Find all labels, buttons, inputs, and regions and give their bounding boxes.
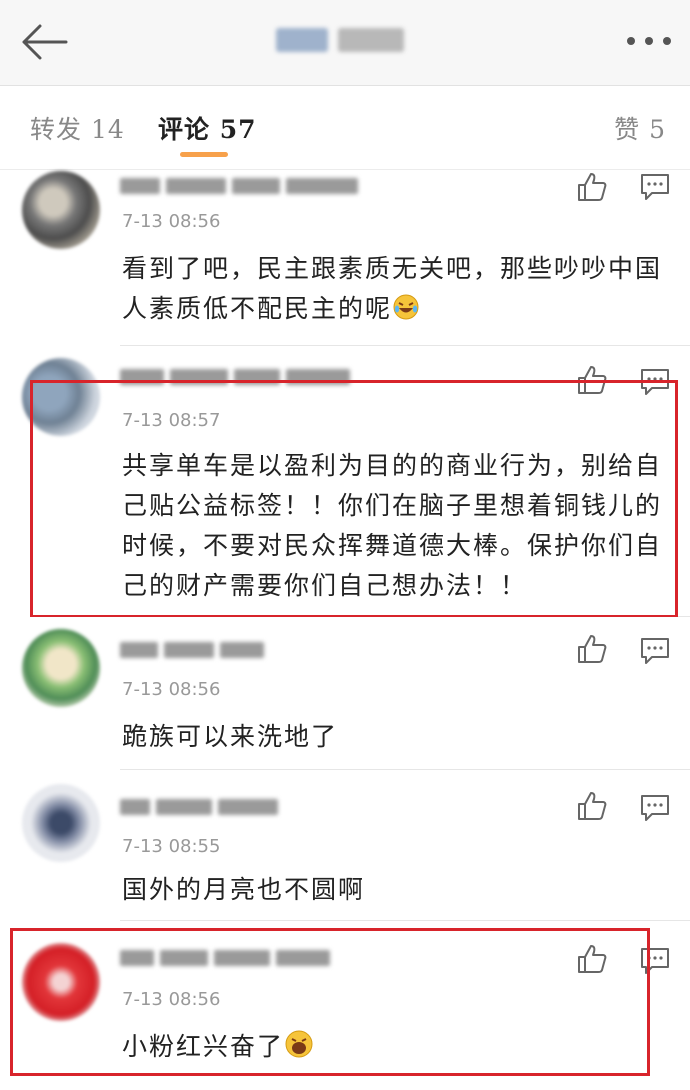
comment-text: 国外的月亮也不圆啊 xyxy=(122,875,366,904)
tab-bar: 转发 14 评论 57 赞 5 xyxy=(0,86,690,170)
comment-item: 7-13 08:56 跪族可以来洗地了 xyxy=(0,617,690,770)
title-blur-block xyxy=(338,28,404,52)
comment-item: 7-13 08:56 看到了吧，民主跟素质无关吧，那些吵吵中国人素质低不配民主的… xyxy=(0,171,690,346)
top-bar xyxy=(0,0,690,86)
comment-text: 跪族可以来洗地了 xyxy=(122,722,339,751)
avatar[interactable] xyxy=(22,171,100,249)
thumbs-up-icon[interactable] xyxy=(576,171,608,203)
comment-time: 7-13 08:55 xyxy=(122,836,221,857)
laughing-tears-emoji-icon xyxy=(393,294,419,320)
reply-icon[interactable] xyxy=(640,794,670,822)
highlight-box xyxy=(10,928,650,1076)
avatar[interactable] xyxy=(22,629,100,707)
comment-time: 7-13 08:56 xyxy=(122,211,221,232)
highlight-box xyxy=(30,380,678,618)
username-blurred[interactable] xyxy=(120,639,264,661)
username-blurred[interactable] xyxy=(120,175,358,197)
active-tab-indicator xyxy=(180,152,228,157)
tab-repost[interactable]: 转发 14 xyxy=(30,110,125,146)
more-dots-icon[interactable] xyxy=(626,34,672,48)
page-title xyxy=(276,28,404,52)
comment-time: 7-13 08:56 xyxy=(122,679,221,700)
thumbs-up-icon[interactable] xyxy=(576,790,608,822)
thumbs-up-icon[interactable] xyxy=(576,633,608,665)
title-blur-block xyxy=(276,28,328,52)
username-blurred[interactable] xyxy=(120,796,278,818)
tab-likes[interactable]: 赞 5 xyxy=(614,110,666,146)
arrow-left-icon[interactable] xyxy=(18,22,70,62)
comment-text: 看到了吧，民主跟素质无关吧，那些吵吵中国人素质低不配民主的呢 xyxy=(122,249,670,329)
reply-icon[interactable] xyxy=(640,173,670,201)
avatar[interactable] xyxy=(22,784,100,862)
tab-comments[interactable]: 评论 57 xyxy=(158,110,257,146)
comment-item: 7-13 08:55 国外的月亮也不圆啊 xyxy=(0,770,690,921)
reply-icon[interactable] xyxy=(640,637,670,665)
